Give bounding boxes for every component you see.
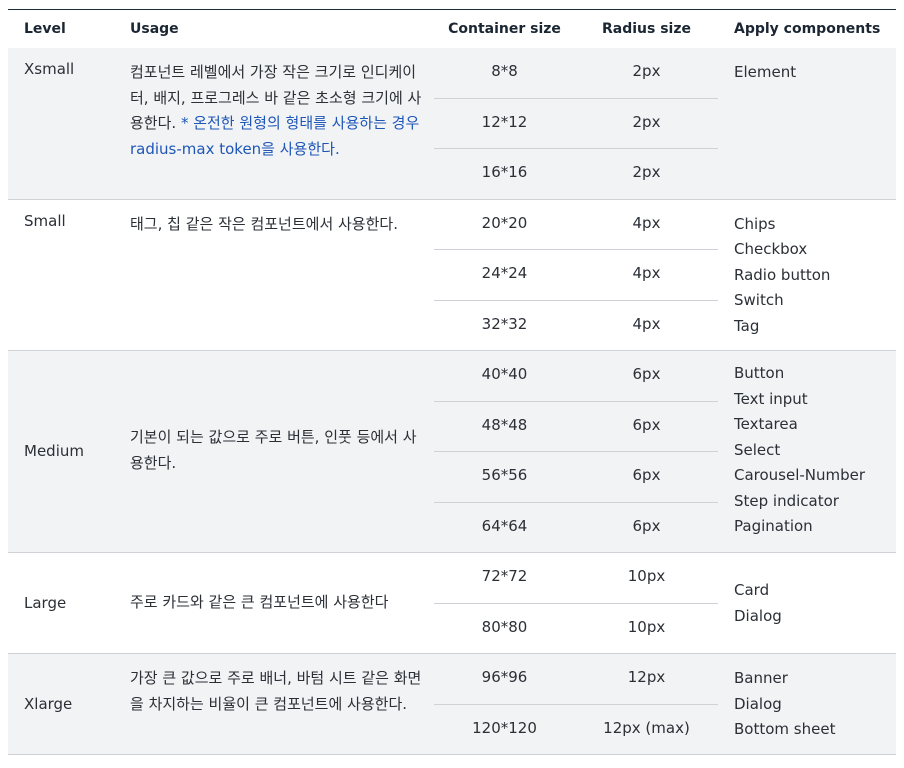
size-row-divider [434, 148, 718, 149]
level-label: Xsmall [24, 60, 75, 78]
container-size-value: 72*72 [481, 567, 528, 585]
usage-description: 기본이 되는 값으로 주로 버튼, 인풋 등에서 사용한다. [130, 428, 417, 472]
level-label: Small [24, 211, 66, 230]
usage-description: 태그, 칩 같은 작은 컴포넌트에서 사용한다. [130, 214, 398, 233]
apply-component-item: Dialog [734, 694, 782, 713]
usage-text: 기본이 되는 값으로 주로 버튼, 인풋 등에서 사용한다. [130, 425, 425, 476]
level-label: Large [24, 593, 67, 612]
apply-component-item: Bottom sheet [734, 720, 836, 738]
size-row-divider [434, 602, 718, 604]
container-size-value: 20*20 [481, 213, 528, 232]
apply-component-item: Dialog [734, 606, 782, 625]
header-apply-components: Apply components [734, 21, 881, 37]
container-size-value: 120*120 [472, 718, 537, 737]
radius-size-value: 2px [632, 163, 661, 181]
apply-component-item: Pagination [734, 517, 813, 535]
apply-component-item: Tag [734, 316, 760, 335]
size-row-divider [434, 400, 718, 402]
container-size-value: 96*96 [481, 668, 528, 686]
apply-component-item: Button [734, 364, 785, 382]
radius-size-value: 12px [627, 668, 666, 686]
radius-size-value: 2px [632, 112, 661, 131]
radius-size-value: 6px [632, 365, 661, 383]
header-level: Level [24, 21, 66, 37]
apply-component-item: Checkbox [734, 240, 808, 258]
level-label: Medium [24, 442, 84, 460]
radius-size-value: 10px [627, 567, 666, 585]
container-size-value: 16*16 [481, 163, 528, 181]
table-group-small: Small 태그, 칩 같은 작은 컴포넌트에서 사용한다. 20*20 4px 24*… [8, 200, 896, 351]
apply-component-item: Textarea [734, 415, 798, 433]
apply-components-list: Element [734, 60, 796, 86]
size-row-divider [434, 299, 718, 301]
header-usage: Usage [130, 21, 179, 37]
usage-text: 주로 카드와 같은 큰 컴포넌트에 사용한다 [130, 590, 425, 616]
size-row-divider [434, 249, 718, 250]
radius-size-value: 12px (max) [603, 718, 690, 737]
table-group-medium: Medium 기본이 되는 값으로 주로 버튼, 인풋 등에서 사용한다. 40*4… [8, 351, 896, 553]
apply-components-list: Card Dialog [734, 578, 782, 629]
container-size-value: 48*48 [481, 415, 528, 434]
apply-components-list: Button Text input Textarea Select Carousel-N… [734, 361, 865, 540]
radius-size-value: 4px [632, 213, 661, 232]
radius-size-value: 10px [627, 617, 666, 636]
size-row-divider [434, 97, 718, 99]
container-size-value: 56*56 [481, 466, 528, 484]
container-size-value: 32*32 [481, 314, 528, 333]
usage-text: 컴포넌트 레벨에서 가장 작은 크기로 인디케이터, 배지, 프로그레스 바 같… [130, 60, 425, 162]
usage-text: 가장 큰 값으로 주로 배너, 바텀 시트 같은 화면을 차지하는 비율이 큰 … [130, 666, 425, 717]
apply-component-item: Element [734, 63, 797, 81]
radius-size-value: 6px [632, 516, 661, 535]
radius-size-value: 2px [632, 62, 661, 80]
size-row-divider [434, 501, 718, 503]
size-row-divider [434, 703, 718, 705]
usage-text: 태그, 칩 같은 작은 컴포넌트에서 사용한다. [130, 212, 425, 238]
apply-component-item: Radio button [734, 265, 831, 284]
group-divider [8, 754, 896, 755]
apply-component-item: Select [734, 440, 781, 459]
apply-component-item: Card [734, 581, 770, 599]
radius-size-value: 6px [632, 415, 661, 434]
table-group-xsmall: Xsmall 컴포넌트 레벨에서 가장 작은 크기로 인디케이터, 배지, 프로그… [8, 48, 896, 200]
table-header: Level Usage Container size Radius size A… [8, 10, 896, 48]
apply-component-item: Switch [734, 291, 784, 309]
radius-size-value: 4px [632, 314, 661, 333]
apply-component-item: Chips [734, 214, 776, 233]
container-size-value: 40*40 [481, 365, 528, 383]
container-size-value: 64*64 [481, 516, 528, 535]
radius-size-value: 6px [632, 466, 661, 484]
apply-component-item: Step indicator [734, 491, 839, 510]
apply-component-item: Banner [734, 669, 788, 687]
usage-description: 가장 큰 값으로 주로 배너, 바텀 시트 같은 화면을 차지하는 비율이 큰 … [130, 669, 422, 713]
container-size-value: 24*24 [481, 264, 528, 282]
apply-components-list: Chips Checkbox Radio button Switch Tag [734, 212, 830, 340]
radius-size-value: 4px [632, 264, 661, 282]
header-radius-size: Radius size [602, 21, 691, 37]
table-group-large: Large 주로 카드와 같은 큰 컴포넌트에 사용한다 72*72 10px 80*8… [8, 553, 896, 654]
apply-components-list: Banner Dialog Bottom sheet [734, 666, 835, 743]
header-container-size: Container size [448, 21, 561, 37]
usage-description: 주로 카드와 같은 큰 컴포넌트에 사용한다 [130, 592, 389, 611]
container-size-value: 12*12 [481, 112, 528, 131]
table-group-xlarge: Xlarge 가장 큰 값으로 주로 배너, 바텀 시트 같은 화면을 차지하는 … [8, 654, 896, 755]
apply-component-item: Text input [734, 389, 808, 408]
container-size-value: 8*8 [491, 62, 518, 80]
container-size-value: 80*80 [481, 617, 528, 636]
size-row-divider [434, 451, 718, 452]
apply-component-item: Carousel-Number [734, 466, 866, 484]
level-label: Xlarge [24, 694, 73, 713]
